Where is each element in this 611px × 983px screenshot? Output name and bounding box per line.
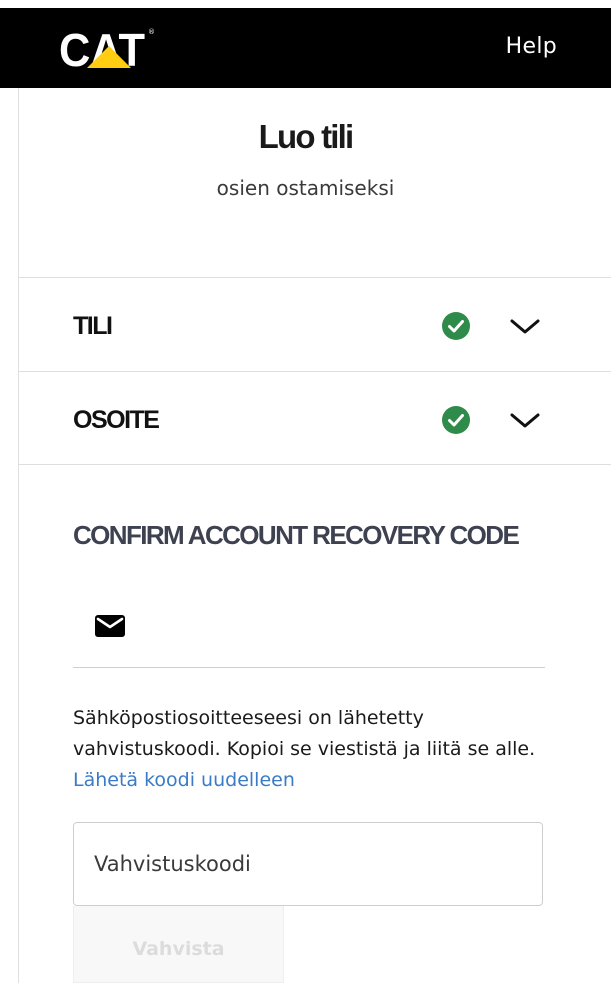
verify-button[interactable]: Vahvista [73,906,284,983]
recovery-heading: CONFIRM ACCOUNT RECOVERY CODE [73,520,520,550]
top-bar: CAT ® Help [0,8,611,88]
page-subtitle: osien ostamiseksi [216,176,395,200]
info-text: Sähköpostiosoitteeseesi on lähetetty vah… [73,703,543,796]
resend-code-link[interactable]: Lähetä koodi uudelleen [73,769,295,791]
page-title: Luo tili [258,118,355,155]
info-message: Sähköpostiosoitteeseesi on lähetetty vah… [73,707,536,760]
section-address[interactable]: OSOITE [18,372,611,464]
verification-code-input[interactable] [73,822,543,906]
section-address-label: OSOITE [73,406,160,434]
delivery-method-divider [73,667,545,668]
check-circle-icon [442,312,470,340]
page: CAT ® Help Luo tili osien ostamiseksi TI… [0,0,611,983]
divider [18,464,611,465]
chevron-down-icon[interactable] [508,408,542,432]
svg-text:®: ® [148,28,155,36]
section-account-label: TILI [73,312,113,340]
help-link[interactable]: Help [506,34,557,59]
cat-logo[interactable]: CAT ® [57,22,157,74]
chevron-down-icon[interactable] [508,314,542,338]
envelope-icon [95,615,125,637]
check-circle-icon [442,406,470,434]
section-account[interactable]: TILI [18,278,611,370]
